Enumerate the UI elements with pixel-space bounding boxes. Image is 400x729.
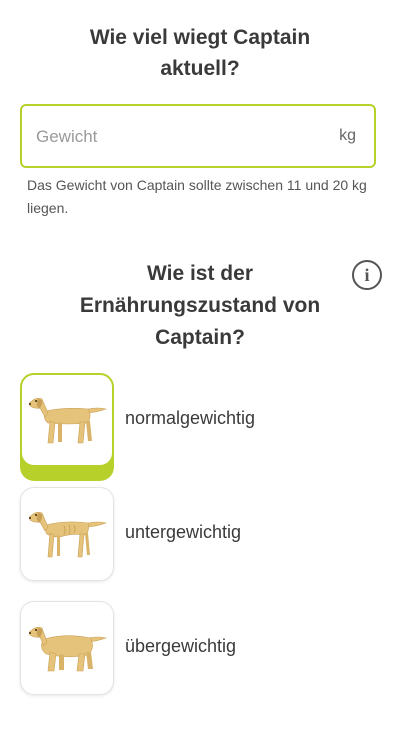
option-label-normal-weight: normalgewichtig xyxy=(125,408,256,428)
option-normal-weight[interactable]: normalgewichtig xyxy=(20,373,380,477)
info-icon[interactable]: i xyxy=(352,260,382,290)
weight-range-hint: Das Gewicht von Captain sollte zwischen … xyxy=(27,177,367,216)
option-card[interactable] xyxy=(20,601,114,695)
dog-underweight-icon xyxy=(29,512,108,558)
option-overweight[interactable]: übergewichtig xyxy=(20,601,380,705)
weight-unit-label: kg xyxy=(339,127,356,144)
body-condition-line-1: Wie ist der xyxy=(146,262,253,285)
weight-input[interactable] xyxy=(34,106,318,168)
dog-overweight-icon xyxy=(29,627,108,672)
option-card[interactable] xyxy=(20,487,114,581)
weight-question-title: Wie viel wiegt Captain aktuell? xyxy=(40,22,360,84)
dog-normal-weight-icon xyxy=(29,398,108,444)
weight-field[interactable]: kg xyxy=(20,104,376,168)
body-condition-line-2: Ernährungszustand von xyxy=(79,294,321,317)
option-label-underweight: untergewichtig xyxy=(125,522,242,542)
weight-question-line-2: aktuell? xyxy=(160,57,240,80)
option-label-overweight: übergewichtig xyxy=(125,636,237,656)
option-card[interactable] xyxy=(20,373,114,467)
weight-question-line-1: Wie viel wiegt Captain xyxy=(89,26,311,49)
option-underweight[interactable]: untergewichtig xyxy=(20,487,380,591)
body-condition-question-title: Wie ist der Ernährungszustand von Captai… xyxy=(50,258,350,354)
body-condition-line-3: Captain? xyxy=(155,326,245,349)
